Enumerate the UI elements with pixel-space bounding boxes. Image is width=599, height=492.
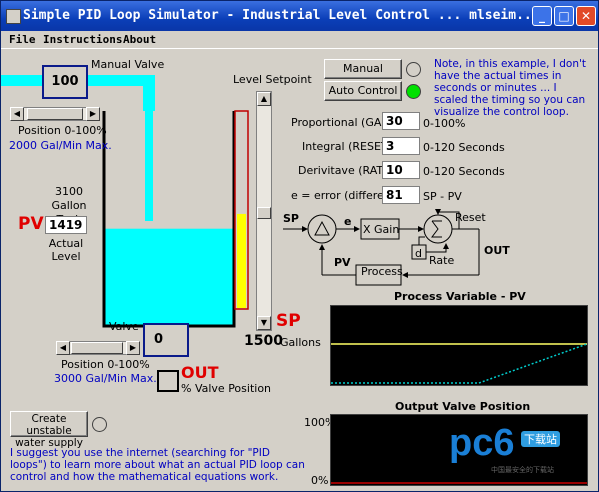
watermark-sub: 中国最安全的下载站 <box>491 466 554 474</box>
manual-indicator <box>406 62 421 77</box>
setpoint-slider[interactable]: ▲ ▼ <box>256 91 272 331</box>
sp-label: SP <box>276 311 301 331</box>
window-title: Simple PID Loop Simulator - Industrial L… <box>23 8 540 23</box>
pv-chart <box>330 305 588 386</box>
app-icon <box>6 9 21 24</box>
diagram-xgain: X Gain <box>363 223 400 236</box>
level-setpoint-label: Level Setpoint <box>233 73 312 86</box>
app-window: Simple PID Loop Simulator - Industrial L… <box>0 0 599 492</box>
valve-chart-0: 0% <box>311 474 329 487</box>
diagram-sp: SP <box>283 212 299 225</box>
pv-chart-title: Process Variable - PV <box>394 290 526 303</box>
menu-about[interactable]: About <box>123 33 156 46</box>
outlet-valve-value: 0 <box>143 323 189 357</box>
proportional-input[interactable]: 30 <box>382 112 420 130</box>
out-sub-label: % Valve Position <box>181 382 272 395</box>
maximize-button[interactable]: □ <box>554 6 574 26</box>
unstable-indicator <box>92 417 107 432</box>
derivative-label: Derivitave (RATE) <box>298 164 395 177</box>
manual-valve-label: Manual Valve <box>91 58 165 71</box>
inflow-stream <box>145 111 153 221</box>
slider-right-arrow[interactable]: ▶ <box>126 341 140 355</box>
footer-text: I suggest you use the internet (searchin… <box>10 447 305 483</box>
setpoint-gauge-fill <box>237 213 246 308</box>
integral-input[interactable]: 3 <box>382 137 420 155</box>
derivative-unit: 0-120 Seconds <box>423 165 505 178</box>
auto-control-button[interactable]: Auto Control <box>324 81 402 101</box>
watermark-tag: 下载站 <box>521 431 560 447</box>
setpoint-up-arrow[interactable]: ▲ <box>257 92 271 106</box>
tank-water <box>105 228 233 325</box>
slider-left-arrow[interactable]: ◀ <box>10 107 24 121</box>
diagram-d: d <box>415 247 422 260</box>
diagram-reset: Reset <box>455 211 486 224</box>
valve-chart: pc6 下载站 中国最安全的下载站 <box>330 414 588 486</box>
actual-level-label: Actual Level <box>48 237 84 263</box>
pv-label: PV <box>18 214 44 234</box>
diagram-rate: Rate <box>429 254 455 267</box>
title-bar[interactable]: Simple PID Loop Simulator - Industrial L… <box>1 1 598 31</box>
diagram-process: Process <box>361 265 403 278</box>
slider-right-arrow[interactable]: ▶ <box>86 107 100 121</box>
proportional-unit: 0-100% <box>423 117 466 130</box>
slider-left-arrow[interactable]: ◀ <box>56 341 70 355</box>
error-unit: SP - PV <box>423 190 462 203</box>
sp-value: 1500 <box>244 333 283 349</box>
unstable-supply-button[interactable]: Create unstable water supply <box>10 411 88 449</box>
auto-indicator <box>406 84 421 99</box>
manual-control-button[interactable]: Manual Control <box>324 59 402 93</box>
timing-note: Note, in this example, I don't have the … <box>434 58 586 118</box>
outlet-position-label: Position 0-100% <box>61 358 150 371</box>
inlet-pipe-down <box>143 75 155 111</box>
pv-value: 1419 <box>45 216 87 234</box>
sp-unit: Gallons <box>280 336 321 349</box>
inflow-valve-value: 100 <box>42 65 88 99</box>
client-area: 100 Manual Valve ◀ ▶ Position 0-100% 200… <box>1 49 598 491</box>
outlet-spout <box>157 370 179 392</box>
derivative-input[interactable]: 10 <box>382 161 420 179</box>
out-label: OUT <box>181 363 219 382</box>
slider-thumb[interactable] <box>27 108 83 120</box>
integral-label: Integral (RESET) <box>302 140 392 153</box>
diagram-out: OUT <box>484 244 510 257</box>
slider-thumb[interactable] <box>71 342 123 354</box>
minimize-button[interactable]: _ <box>532 6 552 26</box>
inflow-slider[interactable]: ◀ ▶ <box>10 107 100 121</box>
error-value: 81 <box>382 186 420 204</box>
close-button[interactable]: ✕ <box>576 6 596 26</box>
setpoint-down-arrow[interactable]: ▼ <box>257 316 271 330</box>
outlet-rate-label: 3000 Gal/Min Max. <box>54 372 157 385</box>
setpoint-thumb[interactable] <box>257 207 271 219</box>
inflow-rate-label: 2000 Gal/Min Max. <box>9 139 112 152</box>
valve-chart-title: Output Valve Position <box>395 400 531 413</box>
menu-file[interactable]: File <box>9 33 36 46</box>
watermark-logo: pc6 <box>449 422 515 464</box>
diagram-pv: PV <box>334 256 351 269</box>
pv-chart-plot <box>331 343 588 384</box>
integral-unit: 0-120 Seconds <box>423 141 505 154</box>
inflow-position-label: Position 0-100% <box>18 124 107 137</box>
menu-instructions[interactable]: Instructions <box>43 33 122 46</box>
diagram-e: e <box>344 215 352 228</box>
outlet-slider[interactable]: ◀ ▶ <box>56 341 140 355</box>
outlet-valve-label: Valve <box>109 320 139 333</box>
pv-trend-line <box>331 343 588 384</box>
menu-bar: File Instructions About <box>1 31 598 49</box>
